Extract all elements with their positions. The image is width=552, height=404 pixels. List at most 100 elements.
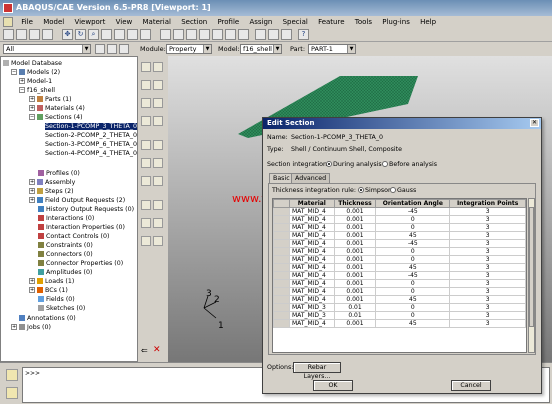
views-icon[interactable] — [140, 29, 151, 40]
orientation-manager-icon[interactable] — [153, 140, 163, 150]
menu-plugins[interactable]: Plug-ins — [378, 16, 414, 28]
system-menu-icon[interactable] — [3, 17, 13, 27]
create-section-icon[interactable] — [141, 80, 151, 90]
thickness-cell[interactable]: 0.001 — [333, 287, 377, 296]
expand-icon[interactable]: + — [29, 287, 35, 293]
special-manager-icon[interactable] — [153, 200, 163, 210]
thickness-cell[interactable]: 0.001 — [333, 295, 377, 304]
open-file-icon[interactable] — [16, 29, 27, 40]
table-row[interactable]: MAT_MID_4 0.001 45 3 — [273, 295, 526, 304]
table-row[interactable]: MAT_MID_4 0.001 0 3 — [273, 215, 526, 224]
table-scrollbar[interactable] — [528, 198, 535, 353]
tree-node-field-output[interactable]: + Field Output Requests (2) — [29, 196, 125, 205]
tree-node-interaction-properties[interactable]: Interaction Properties (0) — [38, 223, 125, 232]
thickness-cell[interactable]: 0.001 — [333, 207, 377, 216]
orientation-cell[interactable]: 45 — [375, 263, 451, 272]
integration-points-cell[interactable]: 3 — [449, 239, 526, 248]
assign-normal-icon[interactable] — [141, 158, 151, 168]
ok-button[interactable]: OK — [313, 380, 353, 391]
menu-view[interactable]: View — [112, 16, 137, 28]
model-select[interactable]: f16_shell ▼ — [240, 44, 282, 54]
table-row[interactable]: MAT_MID_4 0.001 0 3 — [273, 255, 526, 264]
datum-manager-icon[interactable] — [153, 218, 163, 228]
kernel-command-tab-icon[interactable] — [6, 387, 18, 399]
simpson-radio[interactable]: Simpson — [357, 187, 392, 194]
material-cell[interactable]: MAT_MID_4 — [289, 207, 335, 216]
thickness-cell[interactable]: 0.001 — [333, 247, 377, 256]
top-view-icon[interactable] — [199, 29, 210, 40]
expand-icon[interactable]: + — [29, 197, 35, 203]
integration-points-cell[interactable]: 3 — [449, 271, 526, 280]
table-row[interactable]: MAT_MID_4 0.001 0 3 — [273, 279, 526, 288]
assign-section-icon[interactable] — [141, 116, 151, 126]
menu-profile[interactable]: Profile — [213, 16, 243, 28]
tree-node-interactions[interactable]: Interactions (0) — [38, 214, 94, 223]
during-analysis-radio[interactable]: During analysis — [325, 161, 382, 168]
thickness-cell[interactable]: 0.001 — [333, 239, 377, 248]
orientation-cell[interactable]: 45 — [375, 231, 451, 240]
thickness-cell[interactable]: 0.001 — [333, 271, 377, 280]
menu-tools[interactable]: Tools — [351, 16, 376, 28]
material-manager-icon[interactable] — [153, 62, 163, 72]
rotate-icon[interactable]: ↻ — [75, 29, 86, 40]
render-wire-icon[interactable] — [255, 29, 266, 40]
column-integration-points[interactable]: Integration Points — [449, 199, 526, 208]
scrollbar-thumb[interactable] — [529, 207, 534, 327]
tree-node-bcs[interactable]: + BCs (1) — [29, 286, 68, 295]
cycle-view-icon[interactable] — [127, 29, 138, 40]
expand-icon[interactable]: + — [11, 324, 17, 330]
orientation-cell[interactable]: 0 — [375, 255, 451, 264]
orientation-cell[interactable]: 0 — [375, 223, 451, 232]
material-cell[interactable]: MAT_MID_4 — [289, 319, 335, 328]
menu-viewport[interactable]: Viewport — [70, 16, 109, 28]
table-row[interactable]: MAT_MID_4 0.001 0 3 — [273, 287, 526, 296]
table-row[interactable]: MAT_MID_4 0.001 -45 3 — [273, 239, 526, 248]
orientation-cell[interactable]: -45 — [375, 271, 451, 280]
table-row[interactable]: MAT_MID_4 0.001 0 3 — [273, 247, 526, 256]
expand-icon[interactable]: + — [29, 179, 35, 185]
material-cell[interactable]: MAT_MID_4 — [289, 263, 335, 272]
material-cell[interactable]: MAT_MID_4 — [289, 247, 335, 256]
material-cell[interactable]: MAT_MID_3 — [289, 303, 335, 312]
material-cell[interactable]: MAT_MID_3 — [289, 311, 335, 320]
integration-points-cell[interactable]: 3 — [449, 287, 526, 296]
tree-node-section-2[interactable]: Section-2-PCOMP_2_THETA_0 — [45, 131, 137, 140]
save-icon[interactable] — [29, 29, 40, 40]
tree-node-model1[interactable]: + Model-1 — [19, 77, 52, 86]
tree-node-root[interactable]: Model Database — [3, 59, 62, 68]
message-area-tab-icon[interactable] — [6, 369, 18, 381]
box-zoom-icon[interactable] — [101, 29, 112, 40]
table-row[interactable]: MAT_MID_4 0.001 45 3 — [273, 319, 526, 328]
orientation-cell[interactable]: 45 — [375, 319, 451, 328]
filter-clear-icon[interactable] — [119, 44, 129, 54]
tree-node-assembly[interactable]: + Assembly — [29, 178, 75, 187]
tree-node-parts[interactable]: + Parts (1) — [29, 95, 72, 104]
tree-node-amplitudes[interactable]: Amplitudes (0) — [38, 268, 92, 277]
tree-node-sketches[interactable]: Sketches (0) — [38, 304, 85, 313]
front-view-icon[interactable] — [173, 29, 184, 40]
tree-node-steps[interactable]: + Steps (2) — [29, 187, 74, 196]
filter-toggle-icon[interactable] — [95, 44, 105, 54]
integration-points-cell[interactable]: 3 — [449, 295, 526, 304]
profile-manager-icon[interactable] — [153, 98, 163, 108]
expand-icon[interactable]: + — [29, 105, 35, 111]
orientation-cell[interactable]: 0 — [375, 311, 451, 320]
expand-icon[interactable]: + — [19, 78, 25, 84]
skin-icon[interactable] — [141, 176, 151, 186]
material-cell[interactable]: MAT_MID_4 — [289, 295, 335, 304]
tree-node-section-3[interactable]: Section-3-PCOMP_6_THETA_0 — [45, 140, 137, 149]
collapse-icon[interactable]: − — [19, 87, 25, 93]
orientation-cell[interactable]: 0 — [375, 303, 451, 312]
assign-orientation-icon[interactable] — [141, 140, 151, 150]
tree-node-sections[interactable]: − Sections (4) — [29, 113, 83, 122]
back-view-icon[interactable] — [186, 29, 197, 40]
table-row[interactable]: MAT_MID_3 0.01 0 3 — [273, 311, 526, 320]
table-row[interactable]: MAT_MID_4 0.001 -45 3 — [273, 207, 526, 216]
whats-this-icon[interactable]: ? — [298, 29, 309, 40]
thickness-cell[interactable]: 0.01 — [333, 303, 377, 312]
pan-icon[interactable]: ✥ — [62, 29, 73, 40]
close-icon[interactable]: ✕ — [530, 119, 539, 127]
filter-select[interactable]: All ▼ — [3, 44, 91, 54]
material-cell[interactable]: MAT_MID_4 — [289, 215, 335, 224]
orientation-cell[interactable]: -45 — [375, 239, 451, 248]
